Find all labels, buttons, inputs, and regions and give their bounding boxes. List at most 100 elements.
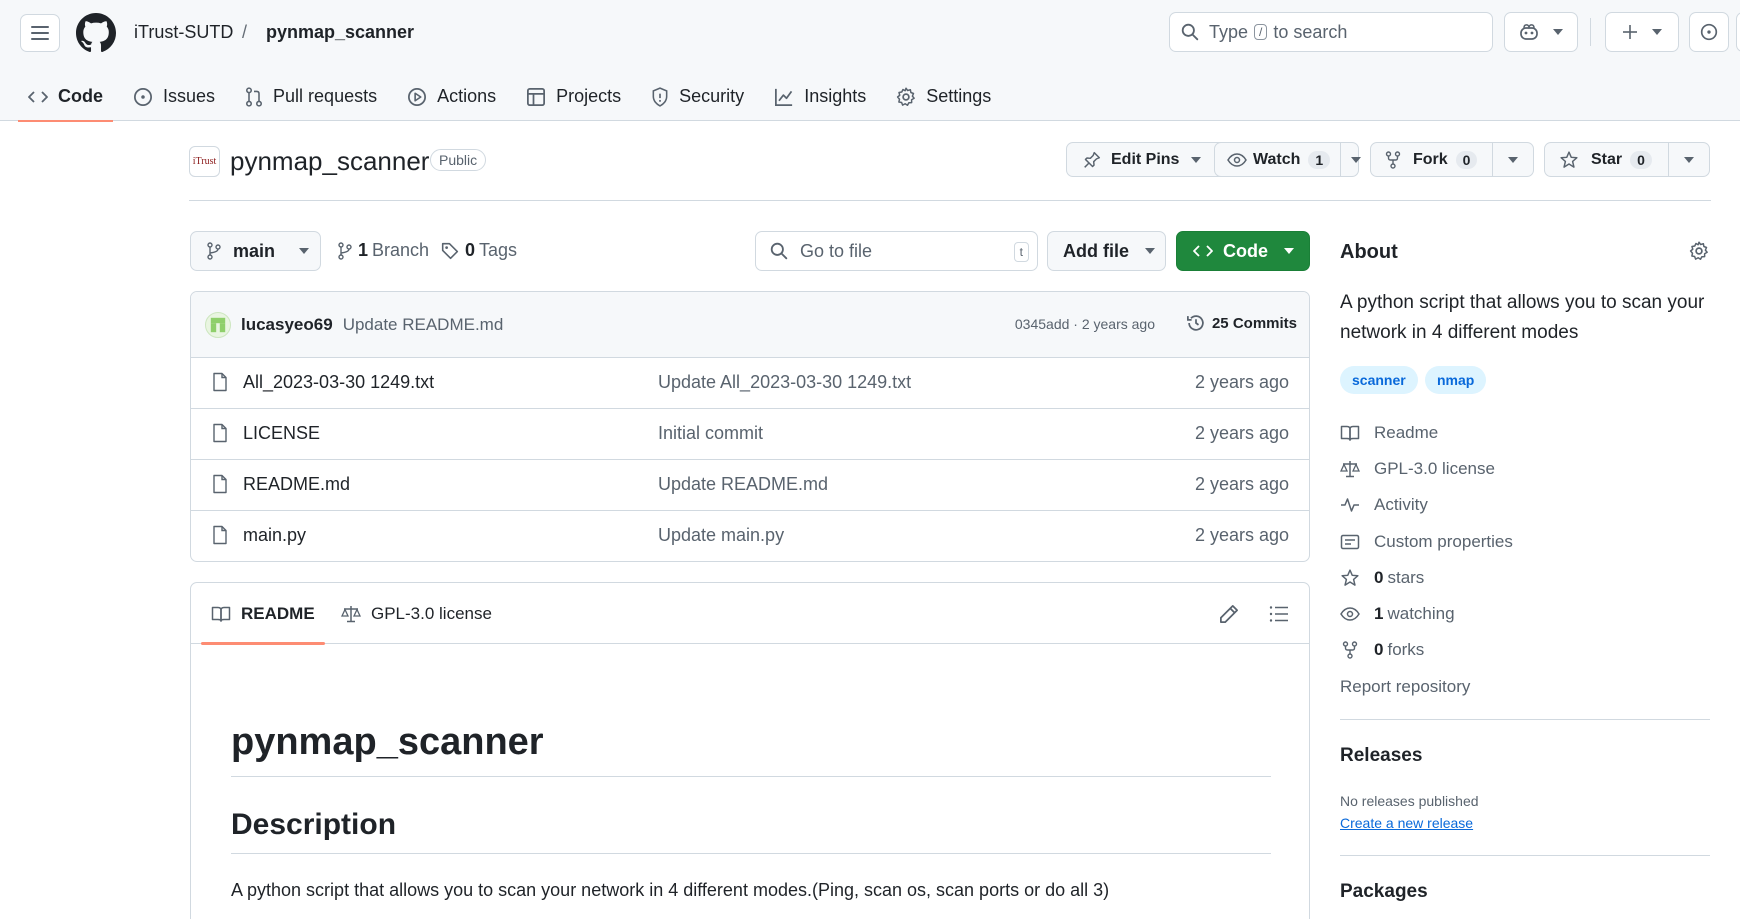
search-input[interactable]: Type / to search [1169,12,1493,52]
pull-requests-shortcut-button[interactable] [1736,12,1740,52]
visibility-badge: Public [430,149,487,171]
sidebar-custom-properties-label: Custom properties [1374,532,1513,551]
top-header: iTrust-SUTD / pynmap_scanner Type / to s… [0,0,1740,122]
sidebar-watching-label: watching [1387,604,1455,623]
code-button[interactable]: Code [1176,231,1310,271]
tab-settings[interactable]: Settings [886,72,1001,121]
sidebar-readme-link[interactable]: Readme [1340,423,1438,443]
branches-link[interactable]: 1 Branch [338,240,429,261]
avatar[interactable] [205,311,231,338]
breadcrumb-repo[interactable]: pynmap_scanner [266,22,414,43]
list-outline-icon[interactable] [1269,605,1289,623]
menu-button[interactable] [20,14,60,52]
tab-readme-label: README [241,603,315,623]
star-button[interactable]: Star 0 [1544,142,1710,177]
file-name[interactable]: All_2023-03-30 1249.txt [243,372,434,393]
tab-issues[interactable]: Issues [123,72,225,121]
file-commit-message[interactable]: Update All_2023-03-30 1249.txt [658,372,911,393]
sidebar-forks-link[interactable]: 0 forks [1340,640,1424,660]
repo-title[interactable]: pynmap_scanner [230,146,429,177]
commit-message[interactable]: Update README.md [343,315,504,335]
create-new-button[interactable] [1605,12,1679,52]
topic-tag[interactable]: scanner [1340,366,1418,394]
tab-license[interactable]: GPL-3.0 license [341,583,492,644]
no-releases-text: No releases published [1340,793,1479,809]
sidebar-stars-link[interactable]: 0 stars [1340,568,1424,588]
code-button-label: Code [1223,240,1268,261]
readme-tabs: README GPL-3.0 license [191,583,1309,645]
tab-pull-requests-label: Pull requests [273,86,378,106]
gear-icon[interactable] [1689,241,1709,261]
sidebar-activity-link[interactable]: Activity [1340,495,1428,515]
branch-name: main [233,240,276,261]
chevron-down-icon [1191,156,1202,163]
topic-tag[interactable]: nmap [1425,366,1487,394]
issue-icon [134,87,152,106]
search-suffix: to search [1273,21,1348,42]
tag-count: 0 [465,240,476,260]
readme-panel: README GPL-3.0 license pynmap_scanner De… [190,582,1310,919]
tab-license-label: GPL-3.0 license [371,603,492,623]
org-avatar[interactable]: iTrust [189,146,220,177]
star-icon [1341,569,1359,586]
file-name[interactable]: main.py [243,525,306,546]
add-file-label: Add file [1063,240,1129,261]
file-icon [213,474,227,494]
releases-heading[interactable]: Releases [1340,745,1422,767]
tab-projects-label: Projects [556,86,622,106]
law-icon [1340,461,1360,478]
pencil-icon[interactable] [1219,604,1239,624]
report-repository-link[interactable]: Report repository [1340,677,1470,697]
sidebar-license-link[interactable]: GPL-3.0 license [1340,459,1495,479]
about-description: A python script that allows you to scan … [1340,292,1705,343]
tab-actions[interactable]: Actions [397,72,506,121]
watch-dropdown[interactable] [1340,143,1371,176]
readme-heading-description: Description [231,808,397,841]
fork-button[interactable]: Fork 0 [1370,142,1534,177]
tab-projects[interactable]: Projects [516,72,631,121]
chevron-down-icon [1684,156,1694,163]
copilot-button[interactable] [1504,12,1578,52]
sidebar-watching-link[interactable]: 1 watching [1340,604,1455,624]
file-name[interactable]: LICENSE [243,423,320,444]
tab-code[interactable]: Code [18,72,113,122]
tab-insights[interactable]: Insights [764,72,876,121]
star-icon [1560,150,1578,168]
go-to-file-input[interactable]: Go to file t [755,231,1038,271]
add-file-button[interactable]: Add file [1047,231,1166,271]
create-release-link[interactable]: Create a new release [1340,815,1473,831]
repo-header-divider [189,200,1711,201]
tab-security[interactable]: Security [641,72,754,121]
latest-commit-bar: lucasyeo69 Update README.md 0345add · 2 … [191,292,1309,358]
file-commit-message[interactable]: Update README.md [658,474,828,495]
table-row[interactable]: LICENSE Initial commit 2 years ago [191,409,1309,460]
table-row[interactable]: README.md Update README.md 2 years ago [191,460,1309,511]
tags-link[interactable]: 0 Tags [441,240,517,261]
branch-icon [338,241,352,260]
commit-author[interactable]: lucasyeo69 [241,315,333,335]
commit-hash-age[interactable]: 0345add · 2 years ago [1015,316,1155,332]
tab-pull-requests[interactable]: Pull requests [235,72,387,121]
github-logo-icon[interactable] [76,13,116,53]
sidebar-readme-label: Readme [1374,423,1439,442]
table-row[interactable]: main.py Update main.py 2 years ago [191,511,1309,561]
file-commit-message[interactable]: Update main.py [658,525,784,546]
pin-icon [1084,151,1101,168]
fork-dropdown[interactable] [1492,143,1533,176]
file-name[interactable]: README.md [243,474,350,495]
star-dropdown[interactable] [1668,143,1709,176]
packages-heading[interactable]: Packages [1340,881,1428,903]
watch-button[interactable]: Watch 1 [1214,142,1362,177]
file-age: 2 years ago [1194,525,1289,545]
breadcrumb-owner[interactable]: iTrust-SUTD [134,22,233,43]
commits-link[interactable]: 25 Commits [1186,313,1297,333]
tab-readme[interactable]: README [201,583,325,645]
pull-request-icon [246,86,263,107]
sidebar-custom-properties-link[interactable]: Custom properties [1340,532,1513,552]
table-row[interactable]: All_2023-03-30 1249.txt Update All_2023-… [191,358,1309,409]
issues-shortcut-button[interactable] [1689,12,1729,52]
graph-icon [775,88,793,106]
branch-select[interactable]: main [190,231,321,271]
branch-count-label: Branch [372,240,430,260]
file-commit-message[interactable]: Initial commit [658,423,763,444]
